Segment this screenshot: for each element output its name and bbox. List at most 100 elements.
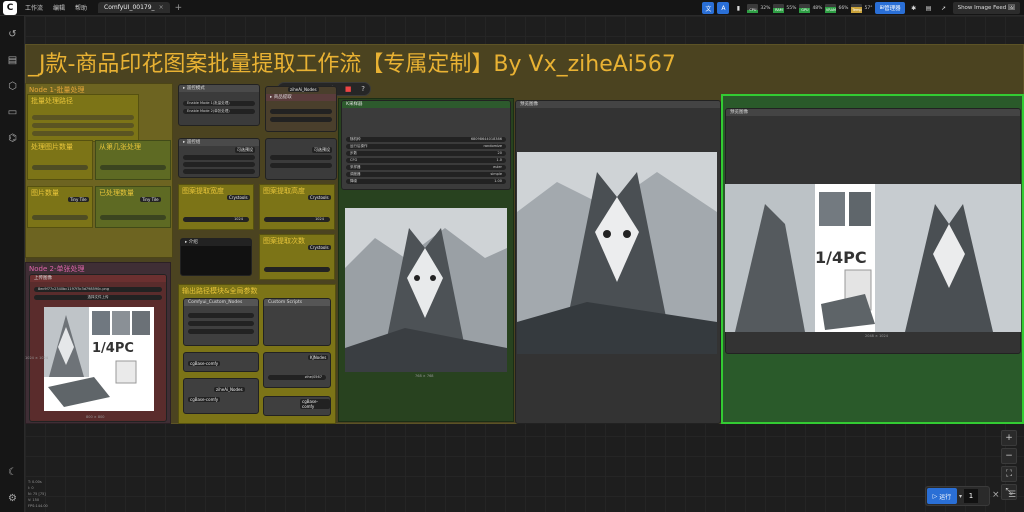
share-icon[interactable]: ➚	[938, 2, 950, 14]
text-input-value[interactable]: zihe/0567	[268, 375, 326, 380]
mode2-widget-1[interactable]	[270, 155, 332, 160]
output-path-header: Comfyui_Custom_Nodes	[184, 299, 258, 306]
image-count-widget[interactable]	[32, 215, 88, 220]
group-single-title: Node 2-单张处理	[29, 265, 85, 273]
settings-icon[interactable]: ⚙	[6, 492, 19, 505]
ksampler-node[interactable]: K采样器 随机种 68098644018386 运行后操作 randomize 步数…	[341, 100, 511, 190]
width-input[interactable]: 1024	[183, 217, 249, 222]
float-node[interactable]: cgBase-comfy	[183, 352, 259, 372]
out-widget-2[interactable]	[188, 321, 254, 326]
file-select[interactable]: 8ec9f77c2340bc1197f3c3d798590c.png	[34, 287, 162, 292]
theme-icon[interactable]: ☾	[6, 466, 19, 479]
new-tab-button[interactable]: +	[175, 3, 183, 13]
translate-alt-icon[interactable]: A	[717, 2, 730, 14]
note-node[interactable]: ▸ 介绍	[180, 238, 252, 276]
workflows-icon[interactable]: ⌬	[6, 132, 19, 145]
delete-icon[interactable]: ■	[345, 85, 352, 93]
mode-a-toggle[interactable]: Enable Mode 1(批量处理)	[183, 101, 255, 106]
group-width-title: 图案提取宽度	[182, 187, 224, 195]
run-button[interactable]: ▷ 运行	[927, 488, 957, 504]
flag-widget-2[interactable]	[183, 162, 255, 167]
load-image-node[interactable]: 上传图像 8ec9f77c2340bc1197f3c3d798590c.png …	[29, 274, 167, 422]
choose-file-button[interactable]: 选择文件上传	[34, 295, 162, 300]
left-sidebar: ↺ ▤ ⬡ ▭ ⌬ ☾ ⚙	[0, 16, 25, 512]
flags-node[interactable]: ▸ 遥控组 可选预设	[178, 138, 260, 178]
out-widget-3[interactable]	[188, 329, 254, 334]
sampler-denoise[interactable]: 降噪 1.00	[346, 179, 506, 184]
system-node[interactable]: Custom Scripts	[263, 298, 331, 346]
sampler-cfg[interactable]: CFG 1.0	[346, 158, 506, 163]
models-icon[interactable]: ▭	[6, 106, 19, 119]
count-input[interactable]	[264, 267, 330, 272]
path-widget[interactable]	[32, 115, 134, 120]
workflow-tab[interactable]: ComfyUI_00179_ ×	[98, 2, 170, 13]
mode-b-toggle[interactable]: Enable Mode 2(单张处理)	[183, 109, 255, 114]
text-node[interactable]: KJNodes zihe/0567	[263, 352, 331, 388]
count-widget[interactable]	[32, 165, 88, 170]
denoise-label: 降噪	[350, 179, 357, 183]
sampler-steps[interactable]: 步数 20	[346, 151, 506, 156]
ziheai-control-node[interactable]: ziheAi_Nodes ▸ 商品提取	[265, 86, 337, 132]
path-widget-2[interactable]	[32, 123, 134, 128]
flags-node-header: ▸ 遥控组	[179, 139, 259, 146]
flag-widget-1[interactable]	[183, 155, 255, 160]
ziheai-node[interactable]: ziheAi_Nodes cgBase-comfy	[183, 378, 259, 414]
menu-workflow[interactable]: 工作流	[20, 3, 48, 12]
menu-edit[interactable]: 编辑	[48, 3, 70, 12]
output-path-node[interactable]: Comfyui_Custom_Nodes	[183, 298, 259, 346]
mode-node-2[interactable]: 可选预设	[265, 138, 337, 180]
clipboard-icon[interactable]: ▤	[923, 2, 935, 14]
run-options-icon[interactable]: ▾	[959, 493, 962, 500]
zoom-in-button[interactable]: +	[1001, 430, 1017, 446]
help-icon[interactable]: ?	[361, 85, 365, 93]
puzzle-icon[interactable]: ✱	[908, 2, 920, 14]
zoom-out-button[interactable]: −	[1001, 448, 1017, 464]
history-icon[interactable]: ↺	[6, 28, 19, 41]
close-tab-icon[interactable]: ×	[159, 4, 164, 11]
node-canvas[interactable]: T: 0.00s I: 0 N: 75 [75] V: 150 FPS:144.…	[25, 16, 1024, 512]
group-process-count[interactable]: 处理图片数量	[27, 140, 93, 180]
group-batch-path[interactable]: 批量处理路径	[27, 94, 139, 142]
mode2-widget-2[interactable]	[270, 163, 332, 168]
comfy-badge-3: cgBase-comfy	[300, 399, 330, 409]
group-processed[interactable]: 已处理数量 Tiny Tile	[95, 186, 171, 228]
group-width[interactable]: 图案提取宽度 Crystools 1024	[178, 184, 254, 230]
out-widget-1[interactable]	[188, 313, 254, 318]
height-input[interactable]: 1024	[264, 217, 330, 222]
menu-icon[interactable]: ☰	[1008, 490, 1016, 500]
close-icon[interactable]: ×	[992, 490, 1000, 500]
ziheai-widget-1[interactable]	[270, 109, 332, 114]
bookmark-icon[interactable]: ▮	[732, 2, 744, 14]
preview1-image	[517, 152, 717, 354]
ziheai-widget-2[interactable]	[270, 117, 332, 122]
group-start-index[interactable]: 从第几张处理	[95, 140, 171, 180]
crystools-badge-3: Crystools	[308, 245, 331, 250]
show-image-feed-button[interactable]: Show Image Feed 🖼	[952, 2, 1020, 14]
fit-view-button[interactable]: ⛶	[1001, 466, 1017, 482]
batch-count-input[interactable]: 1	[964, 489, 979, 503]
manager-button[interactable]: ⊞ 管理器	[875, 2, 905, 14]
group-count[interactable]: 图案提取次数 Crystools	[259, 234, 335, 280]
menu-help[interactable]: 帮助	[70, 3, 92, 12]
processed-widget[interactable]	[100, 215, 166, 220]
flag-widget-3[interactable]	[183, 169, 255, 174]
flags-badge-2: 可选预设	[312, 147, 332, 153]
final-node[interactable]: cgBase-comfy	[263, 396, 331, 416]
group-height[interactable]: 图案提取高度 Crystools 1024	[259, 184, 335, 230]
group-start-index-title: 从第几张处理	[99, 143, 141, 151]
play-icon: ▷	[932, 492, 938, 500]
queue-icon[interactable]: ▤	[6, 54, 19, 67]
kjnodes-badge: KJNodes	[308, 355, 329, 360]
sampler-control[interactable]: 运行后操作 randomize	[346, 144, 506, 149]
path-widget-3[interactable]	[32, 131, 134, 136]
input-image-preview: 1/4PC	[44, 307, 154, 411]
node-library-icon[interactable]: ⬡	[6, 80, 19, 93]
sampler-name[interactable]: 采样器 euler	[346, 165, 506, 170]
sampler-seed[interactable]: 随机种 68098644018386	[346, 137, 506, 142]
sampler-scheduler[interactable]: 调度器 simple	[346, 172, 506, 177]
mode-node[interactable]: ▸ 遥控模式 Enable Mode 1(批量处理) Enable Mode 2…	[178, 84, 260, 126]
translate-icon[interactable]: 文	[702, 2, 715, 14]
comfy-logo-icon[interactable]: C	[3, 0, 17, 15]
start-widget[interactable]	[100, 165, 166, 170]
group-image-count[interactable]: 图片数量 Tiny Tile	[27, 186, 93, 228]
